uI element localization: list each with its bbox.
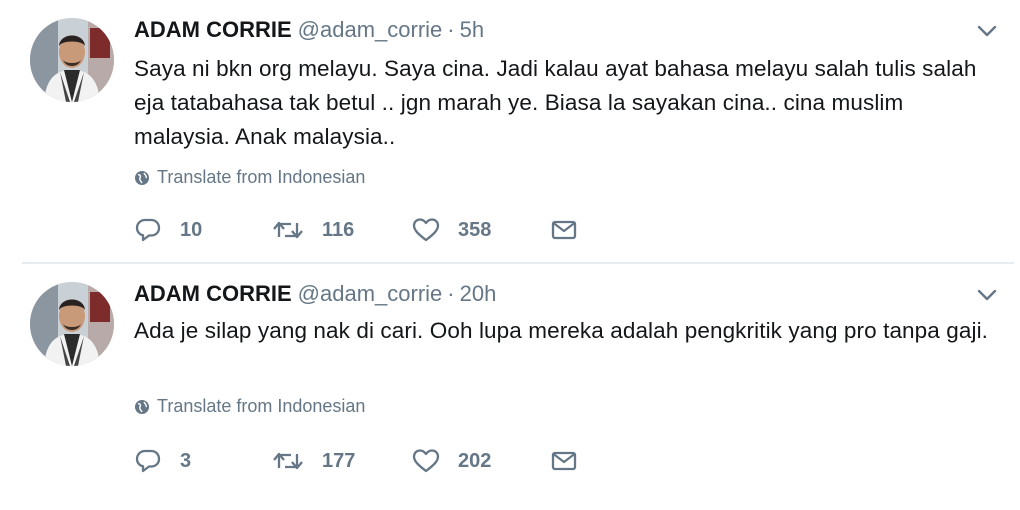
retweet-icon bbox=[272, 218, 304, 242]
reply-icon bbox=[134, 217, 162, 243]
tweet[interactable]: ADAM CORRIE @adam_corrie · 5h Saya ni bkn o… bbox=[0, 0, 1020, 262]
tweet-header: ADAM CORRIE @adam_corrie · 20h bbox=[134, 280, 496, 308]
reply-icon bbox=[134, 448, 162, 474]
like-count: 358 bbox=[458, 218, 492, 241]
author-name[interactable]: ADAM CORRIE bbox=[134, 17, 292, 42]
timestamp[interactable]: 20h bbox=[460, 281, 497, 306]
globe-icon bbox=[134, 169, 150, 185]
globe-icon bbox=[134, 398, 150, 414]
direct-message-button[interactable] bbox=[550, 219, 578, 241]
translate-label: Translate from Indonesian bbox=[157, 167, 366, 187]
author-handle[interactable]: @adam_corrie bbox=[298, 281, 443, 306]
translate-link[interactable]: Translate from Indonesian bbox=[134, 166, 365, 188]
heart-icon bbox=[412, 217, 440, 243]
direct-message-button[interactable] bbox=[550, 450, 578, 472]
avatar[interactable] bbox=[30, 18, 114, 102]
timestamp[interactable]: 5h bbox=[460, 17, 484, 42]
retweet-button[interactable]: 177 bbox=[272, 449, 412, 473]
separator-dot: · bbox=[447, 281, 455, 306]
translate-label: Translate from Indonesian bbox=[157, 396, 366, 416]
like-count: 202 bbox=[458, 449, 492, 472]
tweet-actions: 10 116 358 bbox=[134, 214, 578, 246]
tweet-actions: 3 177 202 bbox=[134, 445, 578, 477]
reply-count: 10 bbox=[180, 218, 203, 241]
author-name[interactable]: ADAM CORRIE bbox=[134, 281, 292, 306]
separator-dot: · bbox=[447, 17, 455, 42]
reply-button[interactable]: 3 bbox=[134, 448, 272, 474]
author-handle[interactable]: @adam_corrie bbox=[298, 17, 443, 42]
tweet-text: Ada je silap yang nak di cari. Ooh lupa … bbox=[134, 318, 989, 343]
avatar[interactable] bbox=[30, 282, 114, 366]
reply-button[interactable]: 10 bbox=[134, 217, 272, 243]
retweet-count: 177 bbox=[322, 449, 356, 472]
retweet-button[interactable]: 116 bbox=[272, 218, 412, 242]
heart-icon bbox=[412, 448, 440, 474]
envelope-icon bbox=[550, 450, 578, 472]
like-button[interactable]: 358 bbox=[412, 217, 550, 243]
tweet-feed: ADAM CORRIE @adam_corrie · 5h Saya ni bkn o… bbox=[0, 0, 1020, 510]
retweet-count: 116 bbox=[322, 218, 355, 241]
envelope-icon bbox=[550, 219, 578, 241]
chevron-down-icon[interactable] bbox=[976, 24, 998, 38]
reply-count: 3 bbox=[180, 449, 192, 472]
tweet-text: Saya ni bkn org melayu. Saya cina. Jadi … bbox=[134, 56, 977, 149]
tweet[interactable]: ADAM CORRIE @adam_corrie · 20h Ada je silap… bbox=[0, 264, 1020, 510]
like-button[interactable]: 202 bbox=[412, 448, 550, 474]
chevron-down-icon[interactable] bbox=[976, 288, 998, 302]
translate-link[interactable]: Translate from Indonesian bbox=[134, 395, 365, 417]
retweet-icon bbox=[272, 449, 304, 473]
tweet-header: ADAM CORRIE @adam_corrie · 5h bbox=[134, 16, 484, 44]
